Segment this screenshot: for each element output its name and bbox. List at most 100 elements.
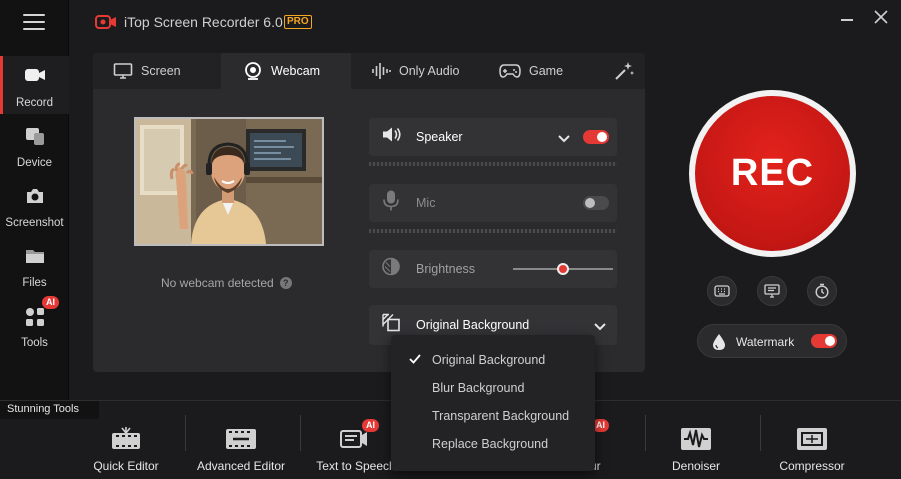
speaker-dropdown-chevron-icon[interactable]	[557, 131, 571, 149]
record-button[interactable]: REC	[695, 96, 850, 251]
app-logo-icon	[95, 14, 117, 35]
tool-denoiser[interactable]: Denoiser	[660, 419, 732, 479]
tab-game[interactable]: Game	[499, 53, 579, 89]
display-settings-icon	[764, 284, 780, 298]
speaker-control: Speaker	[369, 118, 617, 156]
tool-text-to-speech[interactable]: AI Text to Speech	[314, 419, 398, 479]
tool-advanced-editor[interactable]: Advanced Editor	[196, 419, 286, 479]
background-selected-label: Original Background	[416, 318, 530, 332]
pro-badge: PRO	[284, 15, 312, 29]
monitor-icon	[113, 63, 133, 79]
brightness-slider[interactable]	[513, 263, 613, 275]
compress-icon	[794, 425, 830, 458]
sidebar-item-screenshot[interactable]: Screenshot	[0, 176, 69, 234]
background-dropdown-menu: Original Background Blur Background Tran…	[391, 335, 595, 471]
tool-label: Compressor	[779, 459, 845, 473]
tool-divider	[645, 415, 646, 451]
film-edit-icon	[223, 425, 259, 458]
tab-webcam[interactable]: Webcam	[221, 53, 351, 89]
sidebar-item-files[interactable]: Files	[0, 236, 69, 294]
keyboard-button[interactable]	[707, 276, 737, 306]
tab-only-audio[interactable]: Only Audio	[371, 53, 481, 89]
camera-icon	[24, 186, 46, 211]
sidebar-item-record[interactable]: Record	[0, 56, 69, 114]
background-layers-icon	[381, 313, 401, 338]
tool-divider	[760, 415, 761, 451]
watermark-label: Watermark	[736, 335, 795, 349]
sidebar-item-tools[interactable]: AI Tools	[0, 296, 69, 354]
tab-label: Game	[529, 64, 564, 78]
record-button-ring: REC	[689, 90, 856, 257]
device-icon	[24, 126, 46, 151]
hamburger-menu-icon[interactable]	[23, 14, 45, 32]
record-button-label: REC	[730, 152, 815, 194]
video-camera-icon	[24, 66, 46, 89]
menu-item-label: Original Background	[432, 353, 546, 367]
help-icon[interactable]: ?	[279, 277, 292, 289]
folder-icon	[24, 246, 46, 271]
menu-item-blur-background[interactable]: Blur Background	[391, 375, 595, 401]
menu-item-replace-background[interactable]: Replace Background	[391, 431, 595, 457]
timer-icon	[815, 283, 829, 299]
ai-badge: AI	[42, 296, 59, 309]
webcam-status-text: No webcam detected	[161, 276, 274, 290]
brightness-icon	[381, 257, 401, 282]
tab-label: Webcam	[271, 64, 321, 78]
tool-compressor[interactable]: Compressor	[776, 419, 848, 479]
audio-wave-icon	[372, 63, 391, 79]
keyboard-icon	[714, 285, 730, 297]
sidebar: Record Device Screenshot Files AI Tools	[0, 0, 69, 400]
tool-quick-editor[interactable]: Quick Editor	[90, 419, 162, 479]
speaker-label: Speaker	[416, 130, 463, 144]
tool-label: Text to Speech	[316, 459, 396, 473]
watermark-toggle[interactable]	[811, 334, 837, 348]
tool-label: Denoiser	[671, 459, 721, 473]
webcam-preview-image	[134, 117, 324, 246]
tab-screen[interactable]: Screen	[93, 53, 221, 89]
watermark-control[interactable]: Watermark	[697, 324, 847, 358]
webcam-panel: Screen Webcam Only Audio Game No webcam …	[93, 53, 645, 372]
tool-label: Quick Editor	[93, 459, 159, 473]
app-title: iTop Screen Recorder 6.0	[124, 14, 283, 30]
microphone-icon	[381, 190, 401, 217]
menu-item-transparent-background[interactable]: Transparent Background	[391, 403, 595, 429]
sidebar-item-label: Files	[22, 277, 47, 289]
mic-toggle[interactable]	[583, 196, 609, 210]
menu-item-original-background[interactable]: Original Background	[391, 347, 595, 373]
minimize-icon[interactable]	[841, 19, 853, 21]
webcam-status: No webcam detected ?	[161, 276, 292, 290]
tab-label: Screen	[141, 64, 181, 78]
ai-badge: AI	[362, 419, 379, 432]
checkmark-icon	[409, 353, 421, 368]
tab-label: Only Audio	[399, 64, 460, 78]
sidebar-item-label: Screenshot	[5, 217, 64, 229]
close-icon[interactable]	[872, 8, 890, 26]
denoise-icon	[678, 425, 714, 458]
screen-settings-button[interactable]	[757, 276, 787, 306]
tools-grid-icon	[24, 306, 46, 333]
tool-label: Advanced Editor	[196, 459, 286, 473]
menu-item-label: Replace Background	[432, 437, 549, 451]
speaker-icon	[381, 126, 403, 149]
speaker-level-meter	[369, 162, 617, 166]
timer-button[interactable]	[807, 276, 837, 306]
mic-level-meter	[369, 229, 617, 233]
menu-item-label: Blur Background	[432, 381, 525, 395]
sparkle-wand-icon	[615, 62, 634, 80]
chevron-down-icon[interactable]	[593, 319, 607, 337]
webcam-icon	[245, 62, 261, 80]
tool-divider	[300, 415, 301, 451]
mode-tabs: Screen Webcam Only Audio Game	[93, 53, 645, 89]
brightness-label: Brightness	[416, 262, 476, 276]
brightness-control: Brightness	[369, 250, 617, 288]
stunning-tools-header: Stunning Tools	[0, 401, 99, 419]
sidebar-item-label: Record	[15, 97, 54, 109]
mic-control: Mic	[369, 184, 617, 222]
sidebar-item-device[interactable]: Device	[0, 116, 69, 174]
tool-divider	[185, 415, 186, 451]
film-cut-icon	[108, 425, 144, 458]
magic-effects-button[interactable]	[613, 53, 643, 89]
speaker-toggle[interactable]	[583, 130, 609, 144]
brightness-slider-handle[interactable]	[557, 263, 569, 275]
water-drop-icon	[712, 333, 726, 356]
